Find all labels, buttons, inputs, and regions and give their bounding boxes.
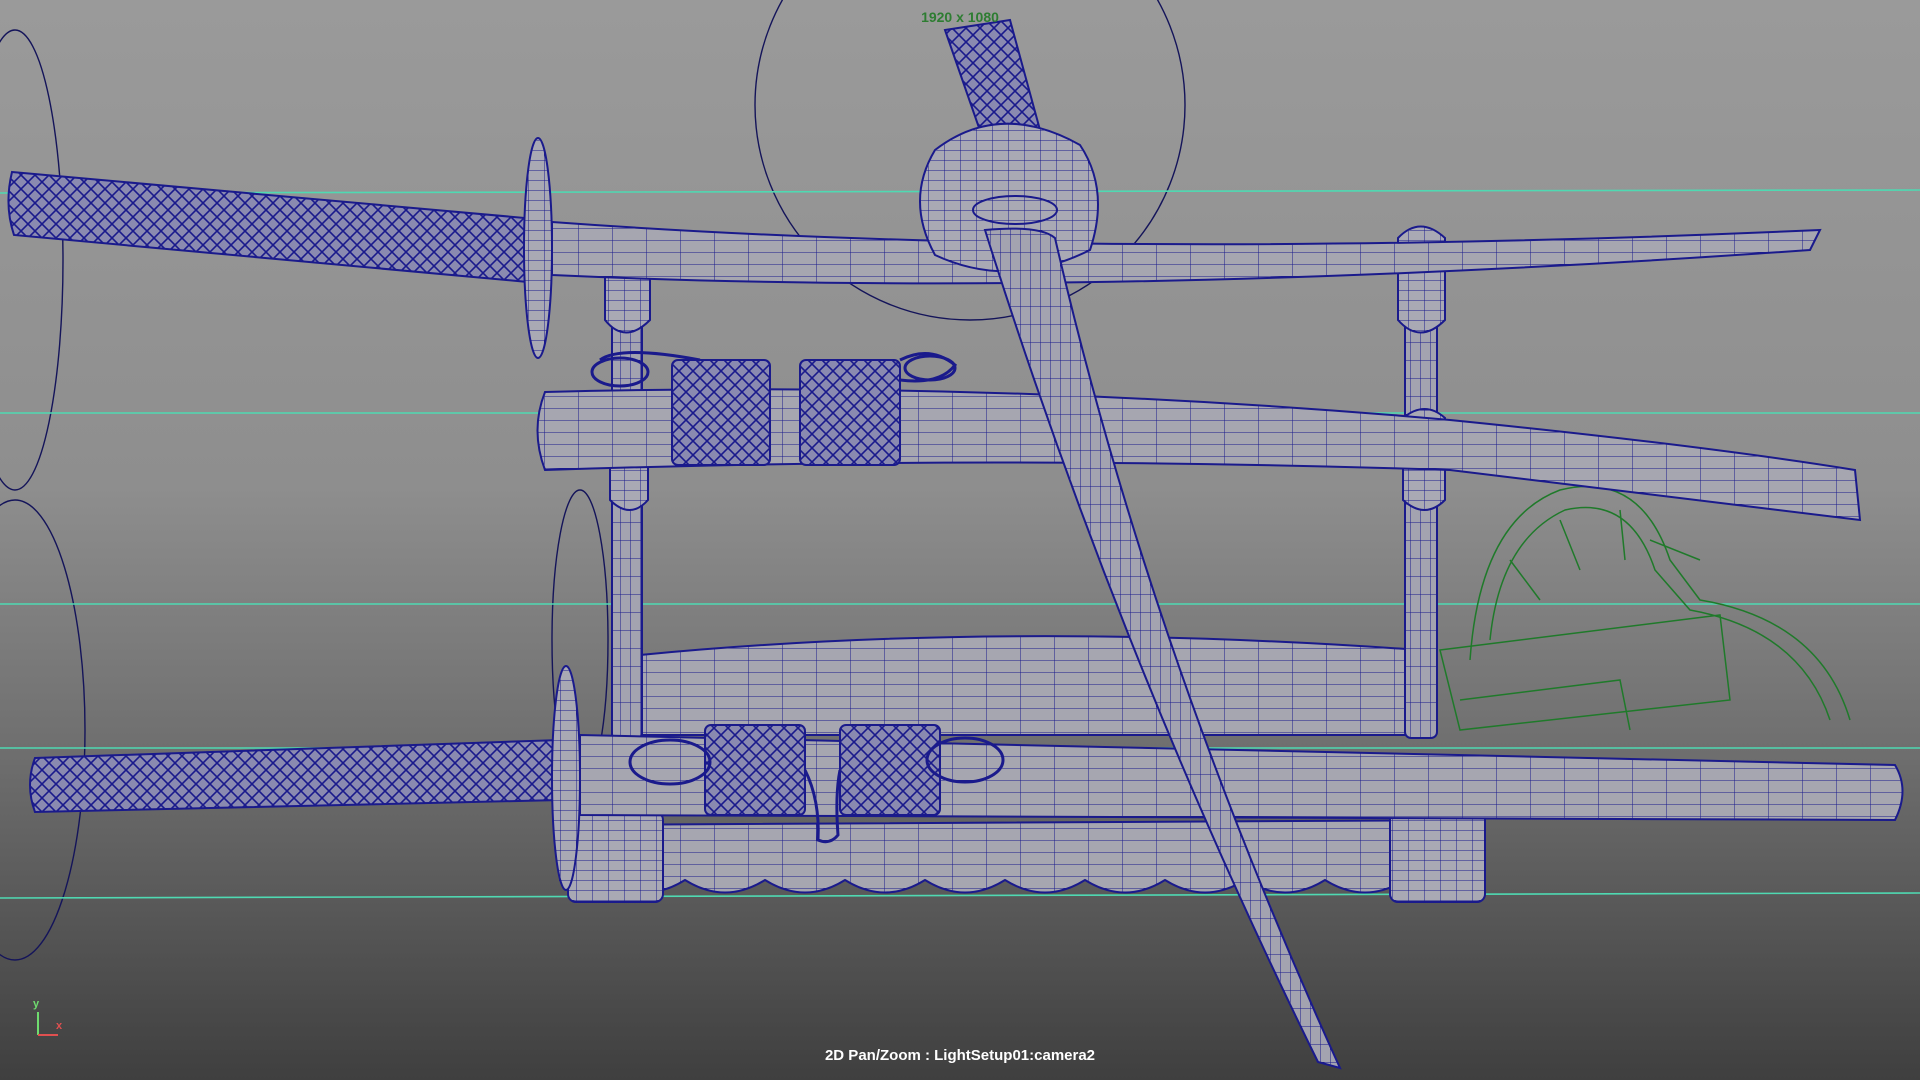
green-selected-object [1439,485,1851,731]
resolution-gate-label: 1920 x 1080 [921,9,999,25]
katana-top [7,137,1822,359]
scene-canvas[interactable] [0,0,1920,1080]
camera-label: 2D Pan/Zoom : LightSetup01:camera2 [824,1047,1096,1064]
viewport-panel[interactable]: 1920 x 1080 y x 2D Pan/Zoom : LightSetup… [0,0,1920,1080]
light-helper-ellipse-left-low [0,499,86,961]
light-helper-ellipse-left [0,29,64,491]
tanto-blade-diagonal [919,18,1342,1070]
axis-y-label: y [33,998,40,1010]
wakizashi-saya-middle [536,351,1862,522]
stand-back-panel [639,635,1421,736]
stand-base [559,809,1486,903]
axis-x-label: x [56,1020,63,1032]
axis-gizmo: y x [28,998,68,1040]
guide-line-5 [0,892,1920,899]
